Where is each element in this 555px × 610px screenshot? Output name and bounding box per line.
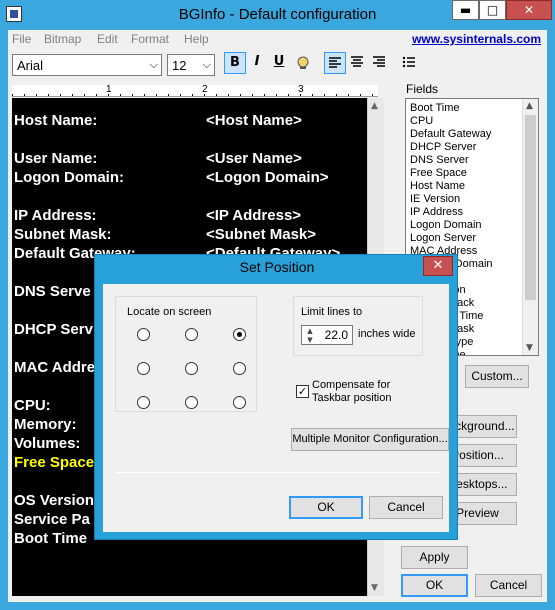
cancel-button[interactable]: Cancel (475, 574, 542, 597)
editor-line-value: <Host Name> (206, 112, 302, 129)
field-item[interactable]: Logon Domain (410, 219, 482, 232)
field-item[interactable]: DNS Server (410, 154, 469, 167)
limit-value: 22.0 (324, 328, 348, 342)
field-item[interactable]: Boot Time (410, 102, 460, 115)
ruler-mark-1: 1 (106, 84, 112, 95)
editor-line-label: User Name: (14, 150, 98, 167)
editor-line-value: <IP Address> (206, 207, 302, 224)
field-item[interactable]: CPU (410, 115, 433, 128)
checkmark-icon: ✓ (297, 385, 308, 398)
editor-line-label: DNS Serve (14, 283, 91, 300)
chevron-down-icon: ⌵ (149, 58, 158, 71)
editor-line-label: OS Version (14, 492, 95, 509)
title-bar[interactable]: BGInfo - Default configuration ▬ □ ✕ (0, 0, 555, 30)
align-center-icon[interactable] (346, 52, 368, 74)
field-item[interactable]: IP Address (410, 206, 463, 219)
align-right-icon[interactable] (368, 52, 390, 74)
dialog-ok-button[interactable]: OK (289, 496, 363, 519)
fields-label: Fields (406, 82, 439, 96)
menu-bitmap[interactable]: Bitmap (44, 32, 81, 46)
editor-line-label: CPU: (14, 397, 51, 414)
scroll-up-icon[interactable]: ▲ (371, 101, 378, 111)
menu-help[interactable]: Help (184, 32, 209, 46)
editor-line-label: Volumes: (14, 435, 81, 452)
sysinternals-link[interactable]: www.sysinternals.com (412, 32, 541, 46)
dialog-cancel-button[interactable]: Cancel (369, 496, 443, 519)
editor-line-label: Free Space (14, 454, 95, 471)
field-item[interactable]: Free Space (410, 167, 467, 180)
field-item[interactable]: Host Name (410, 180, 465, 193)
radio-top-left[interactable] (137, 328, 150, 341)
editor-line-label: IP Address: (14, 207, 97, 224)
field-item[interactable]: Default Gateway (410, 128, 491, 141)
editor-line-value: <Subnet Mask> (206, 226, 317, 243)
editor-line-label: Boot Time (14, 530, 88, 547)
custom-button[interactable]: Custom... (465, 365, 529, 388)
minimize-button[interactable]: ▬ (452, 0, 479, 20)
font-combo[interactable]: Arial ⌵ (12, 54, 162, 76)
menu-bar: File Bitmap Edit Format Help www.sysinte… (8, 30, 547, 50)
menu-edit[interactable]: Edit (97, 32, 118, 46)
chevron-down-icon: ⌵ (202, 58, 211, 71)
radio-top-center[interactable] (185, 328, 198, 341)
ruler-mark-3: 3 (298, 84, 304, 95)
editor-line-value: <Logon Domain> (206, 169, 329, 186)
compensate-checkbox[interactable]: ✓ (296, 385, 309, 398)
editor-line-label: Host Name: (14, 112, 98, 129)
maximize-button[interactable]: □ (479, 0, 506, 20)
radio-bottom-left[interactable] (137, 396, 150, 409)
radio-center[interactable] (185, 362, 198, 375)
menu-file[interactable]: File (12, 32, 31, 46)
editor-line-label: Subnet Mask: (14, 226, 112, 243)
size-value: 12 (172, 58, 187, 73)
field-item[interactable]: DHCP Server (410, 141, 476, 154)
menu-format[interactable]: Format (131, 32, 169, 46)
editor-line-label: Service Pa (14, 511, 90, 528)
field-item[interactable]: Logon Server (410, 232, 476, 245)
bullet-list-icon[interactable] (398, 52, 420, 74)
close-button[interactable]: ✕ (506, 0, 552, 20)
italic-button[interactable]: I (246, 52, 268, 74)
apply-button[interactable]: Apply (401, 546, 468, 569)
scroll-down-icon[interactable]: ▼ (371, 583, 378, 593)
radio-top-right[interactable] (233, 328, 246, 341)
scroll-thumb[interactable] (525, 115, 536, 300)
dialog-close-button[interactable]: ✕ (423, 256, 453, 276)
font-value: Arial (17, 58, 44, 73)
compensate-label-1: Compensate for (312, 379, 391, 391)
radio-bottom-center[interactable] (185, 396, 198, 409)
ruler (12, 85, 378, 97)
editor-line-label: DHCP Serv (14, 321, 93, 338)
compensate-label-2: Taskbar position (312, 392, 392, 404)
ok-button[interactable]: OK (401, 574, 468, 597)
fields-scrollbar[interactable]: ▲ ▼ (522, 99, 538, 355)
radio-bottom-right[interactable] (233, 396, 246, 409)
dialog-separator (115, 472, 441, 473)
bold-button[interactable]: B (224, 52, 246, 74)
size-combo[interactable]: 12 ⌵ (167, 54, 215, 76)
field-item[interactable]: IE Version (410, 193, 460, 206)
limit-spinner[interactable]: ▲ ▼ 22.0 (301, 325, 353, 345)
limit-unit: inches wide (358, 328, 416, 340)
radio-middle-right[interactable] (233, 362, 246, 375)
editor-line-label: MAC Addre (14, 359, 96, 376)
editor-line-value: <User Name> (206, 150, 302, 167)
align-left-icon[interactable] (324, 52, 346, 74)
locate-label: Locate on screen (125, 306, 214, 318)
spin-down-icon[interactable]: ▼ (303, 336, 317, 344)
radio-middle-left[interactable] (137, 362, 150, 375)
dialog-client: Locate on screen Limit lines to ▲ ▼ 22.0… (103, 284, 449, 532)
multiple-monitor-button[interactable]: Multiple Monitor Configuration... (291, 428, 449, 451)
ruler-mark-2: 2 (202, 84, 208, 95)
set-position-dialog: Set Position ✕ Locate on screen Limit li… (94, 254, 458, 540)
limit-label: Limit lines to (299, 306, 365, 318)
editor-line-label: Logon Domain: (14, 169, 124, 186)
underline-button[interactable]: U (268, 52, 290, 74)
color-icon[interactable] (292, 52, 314, 74)
spin-up-icon[interactable]: ▲ (303, 327, 317, 335)
dialog-title: Set Position (239, 259, 315, 275)
scroll-up-icon[interactable]: ▲ (526, 101, 533, 111)
scroll-down-icon[interactable]: ▼ (526, 343, 533, 353)
editor-line-label: Memory: (14, 416, 77, 433)
